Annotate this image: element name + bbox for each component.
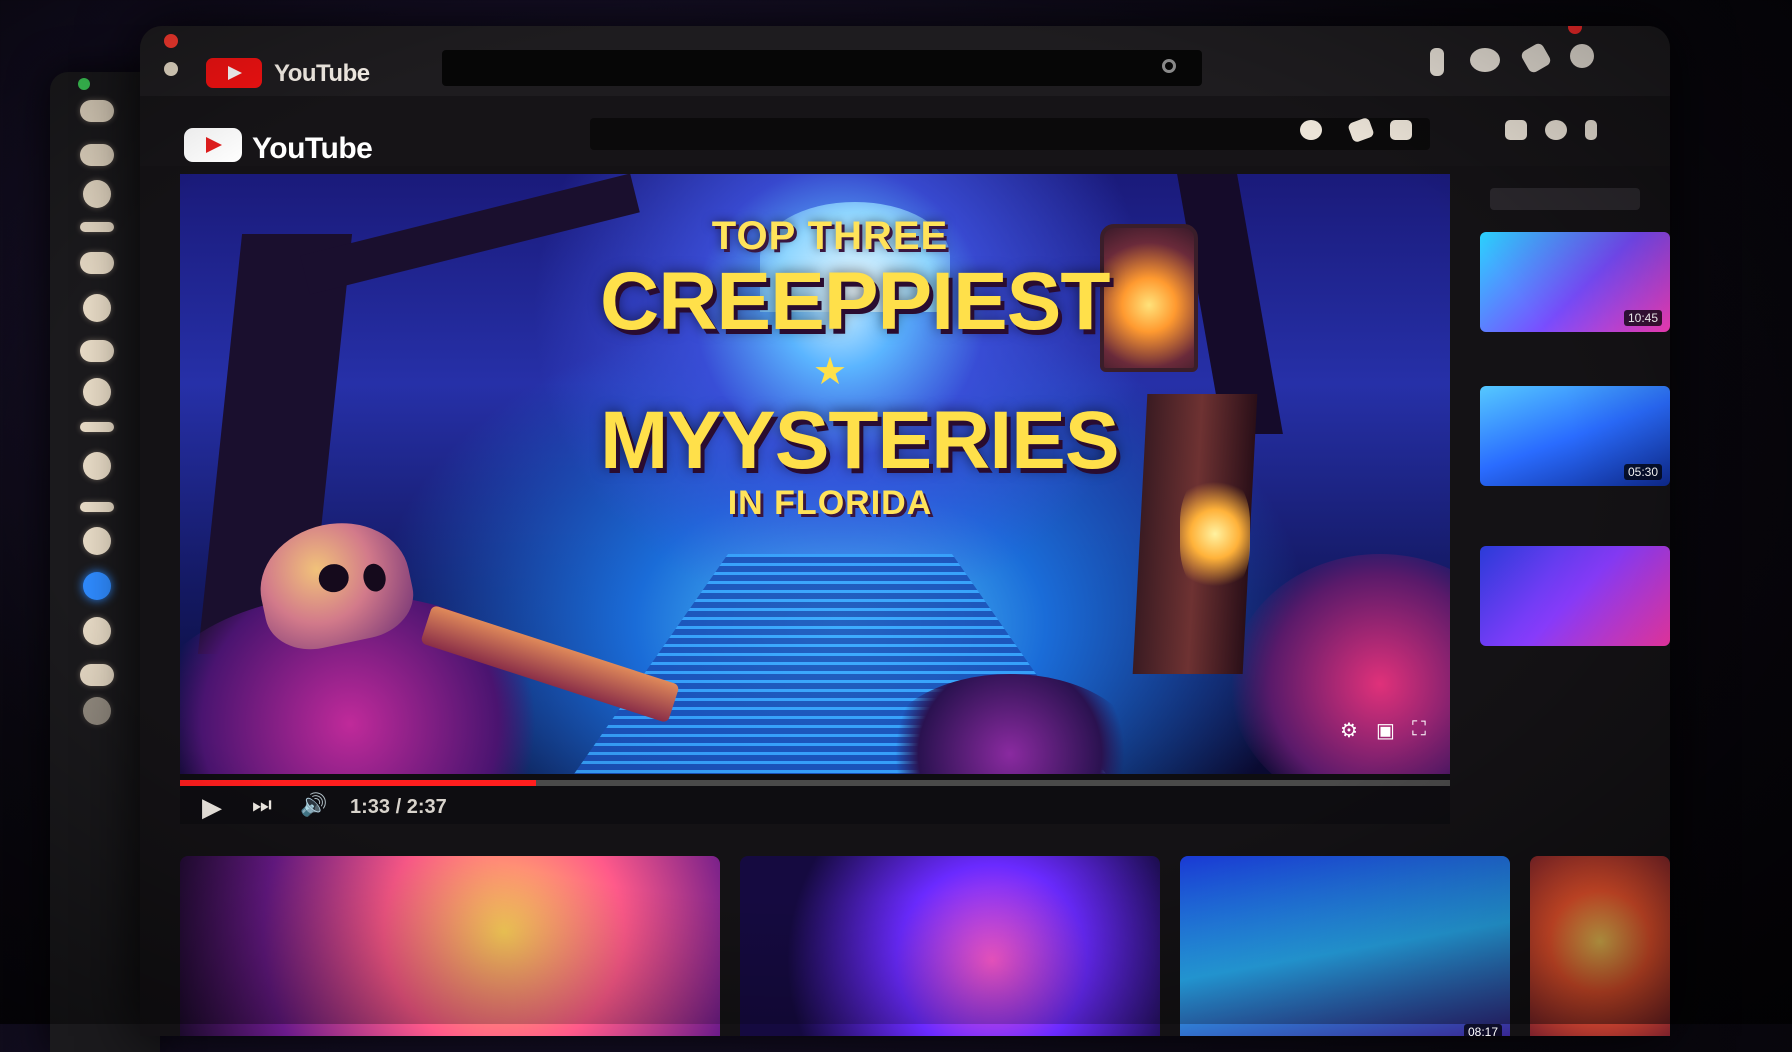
address-bar[interactable]	[442, 50, 1202, 86]
video-thumbnail[interactable]: TOP THREE CREEPPIEST ★ MYYSTERIES IN FLO…	[180, 174, 1450, 824]
library-icon[interactable]	[83, 294, 111, 322]
minimize-window-dot[interactable]	[164, 62, 178, 76]
home-icon[interactable]	[80, 100, 114, 122]
browser-window: YouTube YouTube TOP THREE CREEPPIEST ★ M…	[140, 26, 1670, 1036]
skull-eye	[316, 561, 352, 595]
divider-icon	[80, 502, 114, 512]
close-window-dot[interactable]	[164, 34, 178, 48]
apps-icon[interactable]	[1390, 120, 1412, 140]
youtube-logo-icon[interactable]	[184, 128, 242, 162]
more-icon[interactable]	[1585, 120, 1597, 140]
title-line-4: IN FLORIDA	[727, 484, 933, 522]
bottom-video-thumbnail[interactable]: 08:17	[1180, 856, 1510, 1036]
skull-eye	[360, 561, 389, 594]
search-icon[interactable]	[1300, 120, 1322, 140]
more-icon[interactable]	[83, 697, 111, 725]
notifications-icon[interactable]	[1505, 120, 1527, 140]
explore-icon[interactable]	[83, 180, 111, 208]
window-maximize-dot[interactable]	[78, 78, 90, 90]
player-controls: ▶ ⏭ 🔊 1:33 / 2:37 ⚙ ▣ ⛶	[180, 718, 1450, 824]
title-line-1: TOP THREE	[711, 214, 949, 258]
video-duration: 08:17	[1463, 1024, 1502, 1036]
bottom-video-thumbnail[interactable]	[740, 856, 1160, 1036]
notification-icon[interactable]	[83, 572, 111, 600]
video-duration: 10:45	[1623, 310, 1662, 326]
sidebar-video-thumbnail[interactable]	[1480, 546, 1670, 646]
menu-dots-icon[interactable]	[1570, 44, 1594, 68]
search-icon[interactable]	[1162, 59, 1176, 73]
video-title-art: TOP THREE CREEPPIEST ★ MYYSTERIES IN FLO…	[600, 214, 1120, 523]
next-icon[interactable]: ⏭	[252, 792, 272, 818]
fullscreen-icon[interactable]: ⛶	[1412, 718, 1426, 741]
divider-icon	[80, 222, 114, 232]
title-line-2: CREEPPIEST	[600, 256, 1110, 347]
lantern-illustration	[1100, 224, 1198, 372]
video-duration: 05:30	[1623, 464, 1662, 480]
feedback-icon[interactable]	[80, 664, 114, 686]
volume-icon[interactable]: 🔊	[300, 792, 327, 818]
bottom-video-thumbnail[interactable]	[1530, 856, 1670, 1036]
divider-icon	[80, 422, 114, 432]
youtube-logo-icon[interactable]	[206, 58, 262, 88]
time-display: 1:33 / 2:37	[350, 796, 447, 818]
progress-bar-fill	[180, 780, 536, 786]
video-player[interactable]: TOP THREE CREEPPIEST ★ MYYSTERIES IN FLO…	[180, 174, 1450, 824]
tab-brand-label: YouTube	[274, 60, 370, 87]
history-icon[interactable]	[80, 340, 114, 362]
star-icon: ★	[812, 351, 848, 393]
help-icon[interactable]	[83, 617, 111, 645]
theater-icon[interactable]: ▣	[1376, 718, 1395, 743]
youtube-header: YouTube	[140, 96, 1670, 166]
title-bar: YouTube	[140, 26, 1670, 96]
account-icon[interactable]	[1545, 120, 1567, 140]
title-line-3: MYYSTERIES	[600, 395, 1120, 486]
lantern-glow-illustration	[1180, 474, 1250, 594]
progress-bar[interactable]	[180, 780, 1450, 786]
bottom-video-thumbnail[interactable]	[180, 856, 720, 1036]
channel-icon[interactable]	[83, 452, 111, 480]
share-icon[interactable]	[1519, 41, 1553, 75]
settings-icon[interactable]: ⚙	[1340, 718, 1358, 743]
profile-icon[interactable]	[1470, 48, 1500, 72]
watch-later-icon[interactable]	[83, 378, 111, 406]
notification-dot	[1568, 26, 1582, 34]
sidebar-video-thumbnail[interactable]: 05:30	[1480, 386, 1670, 486]
extension-icon[interactable]	[1430, 48, 1444, 76]
sidebar-video-thumbnail[interactable]: 10:45	[1480, 232, 1670, 332]
sidebar-header	[1490, 188, 1640, 210]
page-brand-label: YouTube	[252, 132, 373, 165]
settings-icon[interactable]	[83, 527, 111, 555]
menu-icon[interactable]	[80, 144, 114, 166]
play-icon[interactable]: ▶	[202, 792, 222, 823]
subscriptions-icon[interactable]	[80, 252, 114, 274]
